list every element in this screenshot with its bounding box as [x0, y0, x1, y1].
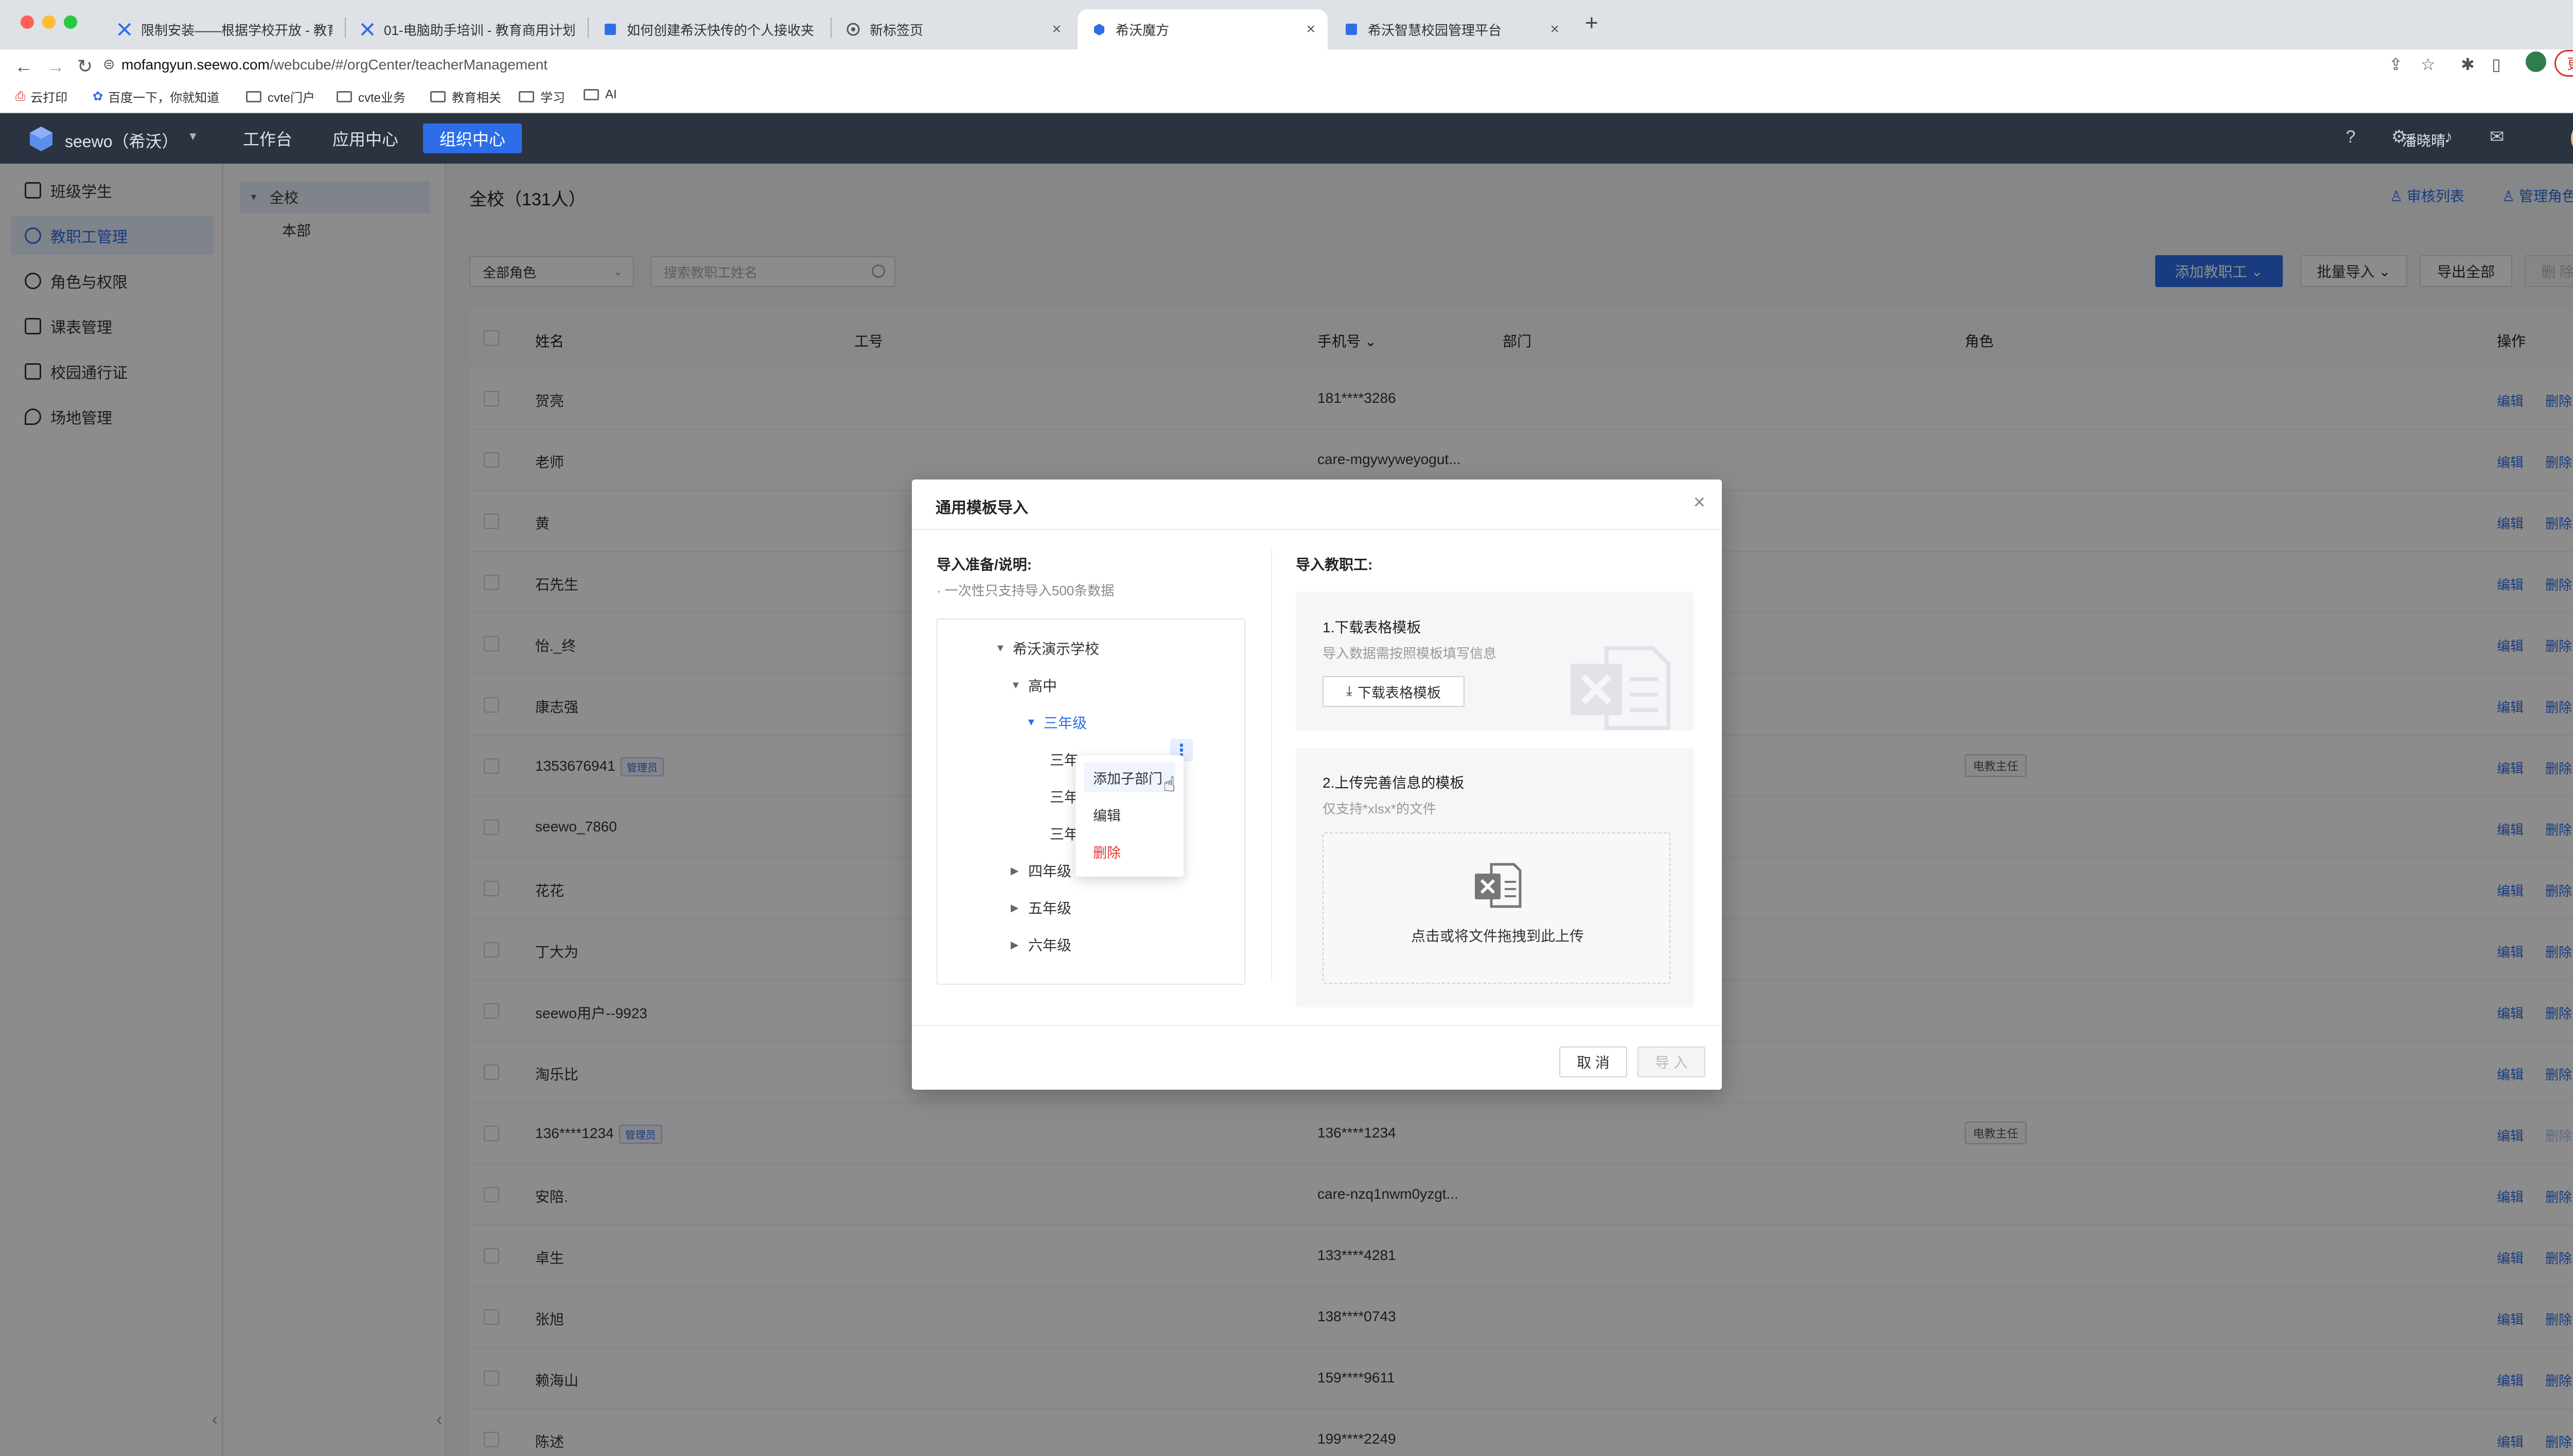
folder-icon: [246, 91, 261, 102]
browser-tab-active[interactable]: 希沃魔方 ×: [1078, 9, 1328, 49]
step1-title: 1.下载表格模板: [1323, 619, 1421, 635]
browser-tab[interactable]: 新标签页 ×: [832, 9, 1073, 49]
new-tab-button[interactable]: +: [1585, 10, 1598, 36]
seewo-favicon-icon: [1094, 24, 1104, 35]
nav-app-center[interactable]: 应用中心: [316, 123, 415, 153]
folder-icon: [519, 91, 534, 102]
close-icon[interactable]: ×: [1694, 491, 1705, 514]
caret-right-icon: ▶: [1011, 902, 1019, 914]
bookmark-folder[interactable]: cvte业务: [337, 87, 406, 105]
import-staff-label: 导入教职工:: [1296, 557, 1373, 573]
tree-node-sub[interactable]: 三年: [1050, 745, 1079, 774]
folder-icon: [337, 91, 352, 102]
sidepanel-icon[interactable]: ▯: [2492, 55, 2501, 74]
tree-node-school[interactable]: ▼ 希沃演示学校: [995, 634, 1099, 663]
extensions-icon[interactable]: ✱: [2461, 55, 2475, 74]
bookmark-folder[interactable]: cvte门户: [246, 87, 315, 105]
caret-down-icon: ▼: [1026, 716, 1036, 728]
message-icon[interactable]: ✉: [2487, 127, 2507, 147]
maximize-window-button[interactable]: [64, 15, 77, 29]
download-template-button[interactable]: ⤓ 下载表格模板: [1323, 676, 1465, 707]
step2-title: 2.上传完善信息的模板: [1323, 775, 1465, 791]
download-card: 1.下载表格模板 导入数据需按照模板填写信息 ⤓ 下载表格模板: [1296, 592, 1694, 731]
browser-tab-bar: 限制安装——根据学校开放 - 教育... 01-电脑助手培训 - 教育商用计划.…: [0, 0, 2573, 49]
import-modal: 通用模板导入 × 导入准备/说明: · 一次性只支持导入500条数据 ▼ 希沃演示…: [912, 480, 1722, 1090]
address-bar: ← → ↻ ⊜ mofangyun.seewo.com/webcube/#/or…: [0, 49, 2573, 82]
site-info-icon[interactable]: ⊜: [103, 56, 115, 73]
tree-node-grade3[interactable]: ▼ 三年级: [1026, 708, 1087, 737]
add-sub-dept-menu-item[interactable]: 添加子部门: [1084, 762, 1175, 792]
folder-icon: [584, 89, 599, 100]
tree-node-sub[interactable]: 三年: [1050, 819, 1079, 848]
tab-favicon-icon: [361, 23, 374, 36]
back-icon[interactable]: ←: [14, 56, 33, 77]
caret-right-icon: ▶: [1011, 865, 1019, 877]
excel-file-icon: [1571, 646, 1670, 730]
prep-note: · 一次性只支持导入500条数据: [937, 583, 1115, 598]
close-tab-icon[interactable]: ×: [1052, 21, 1061, 38]
cancel-button[interactable]: 取 消: [1559, 1046, 1627, 1077]
chrome-newtab-icon: [847, 23, 860, 36]
caret-right-icon: ▶: [1011, 939, 1019, 951]
step2-note: 仅支持*xlsx*的文件: [1323, 801, 1437, 816]
caret-down-icon: ▼: [995, 642, 1006, 654]
tree-node-grade5[interactable]: ▶ 五年级: [1011, 893, 1071, 922]
nav-org-center[interactable]: 组织中心: [423, 123, 522, 153]
close-tab-icon[interactable]: ×: [1550, 21, 1559, 38]
upload-card: 2.上传完善信息的模板 仅支持*xlsx*的文件 点击或将文件拖拽到此上传: [1296, 748, 1694, 1007]
help-icon[interactable]: ?: [2340, 127, 2361, 147]
tab-favicon-icon: [1346, 24, 1357, 35]
close-tab-icon[interactable]: ×: [1306, 21, 1315, 38]
app-header: seewo（希沃） ▼ 工作台 应用中心 组织中心 ? ⚙ ♪ ✉ 潘晓晴: [0, 113, 2573, 164]
browser-tab[interactable]: 限制安装——根据学校开放 - 教育...: [103, 9, 345, 49]
bookmark-star-icon[interactable]: ☆: [2421, 55, 2436, 74]
browser-tab[interactable]: 希沃智慧校园管理平台 ×: [1330, 9, 1572, 49]
bookmark-item[interactable]: ✿ 百度一下，你就知道: [93, 87, 219, 105]
user-avatar[interactable]: [2571, 121, 2573, 155]
browser-tab[interactable]: 如何创建希沃快传的个人接收夹: [589, 9, 831, 49]
import-button[interactable]: 导 入: [1637, 1046, 1705, 1077]
browser-tab[interactable]: 01-电脑助手培训 - 教育商用计划...: [346, 9, 588, 49]
reload-icon[interactable]: ↻: [77, 56, 93, 77]
modal-title: 通用模板导入: [936, 500, 1028, 517]
bookmark-folder[interactable]: 学习: [519, 87, 565, 105]
tab-favicon-icon: [118, 23, 131, 36]
folder-icon: [430, 91, 446, 102]
delete-dept-menu-item[interactable]: 删除: [1084, 837, 1175, 866]
user-name[interactable]: 潘晓晴: [2402, 130, 2445, 150]
upload-dropzone[interactable]: 点击或将文件拖拽到此上传: [1323, 832, 1670, 984]
url-field[interactable]: mofangyun.seewo.com/webcube/#/orgCenter/…: [121, 57, 548, 73]
bookmark-item[interactable]: ⎙ 云打印: [15, 87, 67, 105]
edit-dept-menu-item[interactable]: 编辑: [1084, 800, 1175, 829]
tree-node-grade4[interactable]: ▶ 四年级: [1011, 856, 1071, 885]
excel-upload-icon: [1475, 863, 1522, 908]
caret-down-icon: ▼: [1011, 679, 1021, 691]
forward-icon[interactable]: →: [46, 56, 65, 77]
bookmark-folder[interactable]: 教育相关: [430, 87, 501, 105]
seewo-logo-icon: [30, 127, 52, 151]
tree-node-grade6[interactable]: ▶ 六年级: [1011, 930, 1071, 959]
prep-label: 导入准备/说明:: [937, 557, 1032, 573]
brand-name[interactable]: seewo（希沃）: [65, 129, 179, 152]
chrome-profile-avatar[interactable]: [2526, 51, 2546, 72]
step1-note: 导入数据需按照模板填写信息: [1323, 646, 1497, 661]
minimize-window-button[interactable]: [42, 15, 56, 29]
upload-hint: 点击或将文件拖拽到此上传: [1411, 928, 1584, 944]
pointer-cursor-icon: ☝: [1163, 773, 1176, 796]
tree-node-sub[interactable]: 三年: [1050, 782, 1079, 811]
close-window-button[interactable]: [21, 15, 34, 29]
caret-down-icon[interactable]: ▼: [187, 130, 199, 143]
bookmarks-bar: ⎙ 云打印 ✿ 百度一下，你就知道 cvte门户 cvte业务 教育相关 学习 AI: [0, 82, 2573, 113]
tree-node-high[interactable]: ▼ 高中: [1011, 671, 1057, 700]
bookmark-folder[interactable]: AI: [584, 87, 617, 102]
tab-favicon-icon: [605, 24, 616, 35]
nav-workbench[interactable]: 工作台: [226, 123, 309, 153]
download-icon: ⤓: [1346, 683, 1352, 699]
share-icon[interactable]: ⇪: [2389, 55, 2403, 74]
